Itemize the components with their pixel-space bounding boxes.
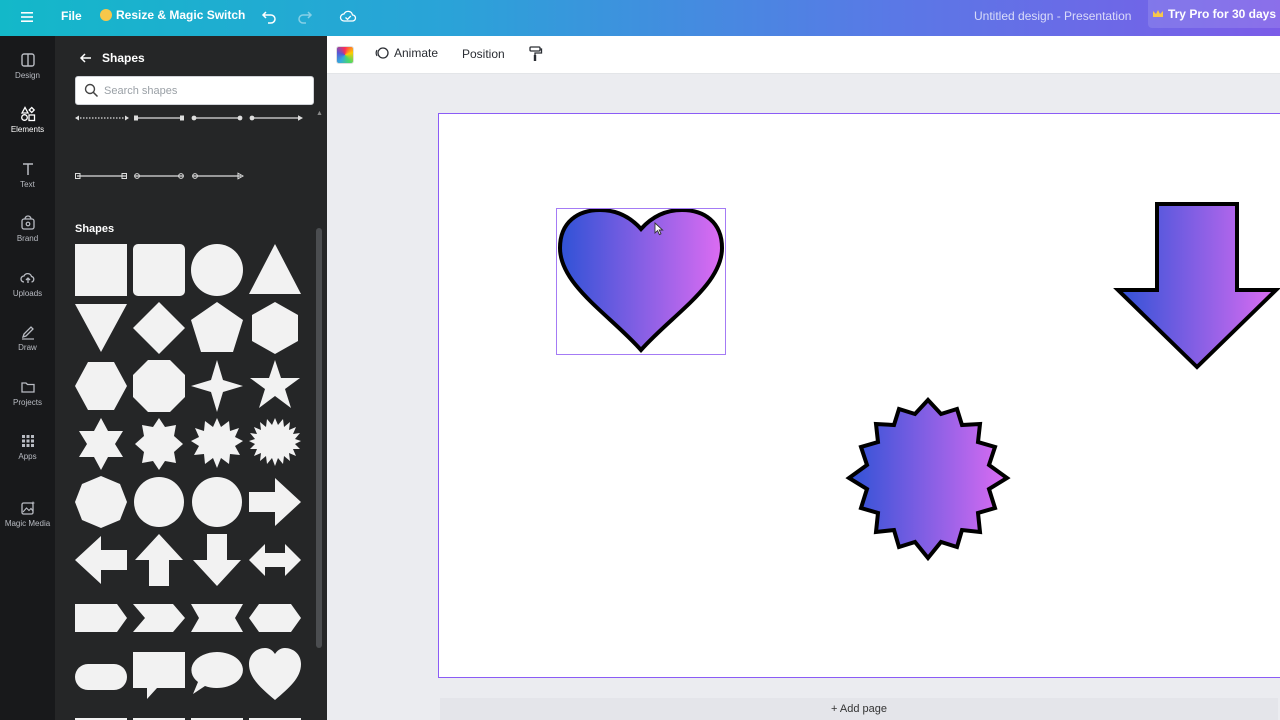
rail-item-design[interactable]: Design [0, 48, 55, 96]
back-arrow-icon[interactable] [79, 51, 93, 65]
shape-speech-bubble-round[interactable] [191, 652, 243, 694]
file-menu-button[interactable]: File [61, 9, 82, 23]
document-title[interactable]: Untitled design - Presentation [974, 9, 1131, 23]
rail-label: Elements [10, 125, 45, 134]
menu-icon[interactable] [18, 8, 36, 26]
shape-six-point-star[interactable] [79, 418, 123, 470]
undo-icon[interactable] [260, 7, 278, 25]
shape-hexagon-flat[interactable] [75, 362, 127, 410]
shape-circle[interactable] [191, 244, 243, 296]
shape-arrow-down[interactable] [193, 534, 241, 586]
shape-pill[interactable] [75, 664, 127, 690]
line-styles-row-1[interactable] [75, 112, 303, 124]
shapes-grid [75, 244, 301, 720]
rail-label: Projects [13, 398, 42, 407]
shape-octagon[interactable] [133, 360, 185, 412]
mouse-cursor-icon [654, 222, 664, 236]
elements-icon [20, 106, 35, 122]
shape-tag-pentagon[interactable] [75, 604, 127, 632]
shape-heart[interactable] [249, 648, 301, 700]
crown-icon [100, 9, 112, 21]
rail-item-elements[interactable]: Elements [0, 102, 55, 150]
shape-five-point-star[interactable] [250, 360, 300, 408]
rail-label: Apps [18, 452, 37, 461]
shape-elongated-hexagon[interactable] [249, 604, 301, 632]
apps-icon [21, 435, 34, 447]
shape-chevron[interactable] [133, 604, 185, 632]
shape-circle-scalloped[interactable] [134, 477, 184, 527]
rail-item-magic-media[interactable]: Magic Media [0, 496, 55, 544]
rail-item-brand[interactable]: Brand [0, 211, 55, 259]
rail-item-projects[interactable]: Projects [0, 375, 55, 423]
shape-square[interactable] [75, 244, 127, 296]
rail-item-apps[interactable]: Apps [0, 429, 55, 477]
rail-item-text[interactable]: Text [0, 157, 55, 205]
scroll-up-arrow-icon[interactable]: ▲ [316, 110, 323, 117]
shape-arrow-up[interactable] [135, 534, 183, 586]
shape-pentagon[interactable] [191, 302, 243, 352]
try-pro-button[interactable]: Try Pro for 30 days [1148, 0, 1280, 28]
animate-icon [375, 47, 389, 59]
design-icon [20, 53, 35, 67]
shape-ribbon[interactable] [191, 604, 243, 632]
position-button[interactable]: Position [462, 47, 505, 61]
context-toolbar: Animate Position [327, 36, 1280, 74]
resize-label: Resize & Magic Switch [116, 8, 246, 22]
search-input[interactable] [104, 83, 304, 99]
resize-magic-switch-button[interactable]: Resize & Magic Switch [100, 8, 245, 22]
left-rail: Design Elements Text Brand Uploads Draw … [0, 36, 55, 720]
color-picker-button[interactable] [336, 46, 354, 64]
panel-scrollbar[interactable] [316, 228, 322, 648]
line-styles-row-2[interactable] [75, 170, 255, 182]
rail-label: Text [20, 180, 35, 189]
rail-label: Uploads [12, 289, 43, 298]
shape-triangle[interactable] [249, 244, 301, 294]
rail-label: Brand [16, 234, 39, 243]
rail-label: Design [15, 71, 40, 80]
shape-burst-12[interactable] [191, 418, 243, 468]
shape-arrow-right[interactable] [249, 478, 301, 526]
animate-button[interactable]: Animate [375, 46, 438, 60]
cloud-saved-icon[interactable] [339, 7, 357, 25]
search-box[interactable] [75, 76, 314, 105]
shapes-panel: Shapes Shapes [55, 36, 327, 720]
shape-diamond[interactable] [133, 302, 185, 354]
projects-icon [20, 382, 35, 393]
rail-item-uploads[interactable]: Uploads [0, 266, 55, 314]
shape-four-point-star[interactable] [191, 360, 243, 412]
shape-rounded-square[interactable] [133, 244, 185, 296]
shape-heptagon[interactable] [75, 476, 127, 528]
magic-media-icon [20, 501, 35, 515]
add-page-button[interactable]: + Add page [440, 698, 1278, 720]
text-icon [22, 163, 33, 175]
uploads-icon [19, 272, 34, 283]
shape-eight-point-star[interactable] [135, 418, 183, 470]
selection-box[interactable] [556, 208, 726, 355]
panel-title: Shapes [102, 51, 145, 65]
try-pro-label: Try Pro for 30 days [1167, 7, 1277, 21]
presentation-page[interactable] [438, 113, 1280, 678]
redo-icon[interactable] [296, 7, 314, 25]
animate-label: Animate [394, 46, 439, 60]
rail-label: Draw [18, 343, 37, 352]
shape-hexagon[interactable] [252, 302, 298, 354]
search-icon [84, 83, 99, 98]
shapes-section-label: Shapes [75, 223, 115, 235]
shape-arrow-left[interactable] [75, 536, 127, 584]
shape-burst-16[interactable] [249, 418, 301, 466]
shape-arrow-left-right[interactable] [249, 544, 301, 576]
rail-label: Magic Media [4, 519, 51, 528]
brand-icon [20, 215, 35, 230]
draw-icon [21, 326, 34, 340]
paint-roller-icon[interactable] [527, 45, 543, 63]
shape-inverted-triangle[interactable] [75, 304, 127, 352]
crown-icon [1152, 10, 1163, 17]
shape-speech-bubble-rect[interactable] [133, 652, 185, 699]
top-bar: File Resize & Magic Switch Untitled desi… [0, 0, 1280, 36]
rail-item-draw[interactable]: Draw [0, 320, 55, 368]
shape-circle-wavy[interactable] [192, 477, 242, 527]
